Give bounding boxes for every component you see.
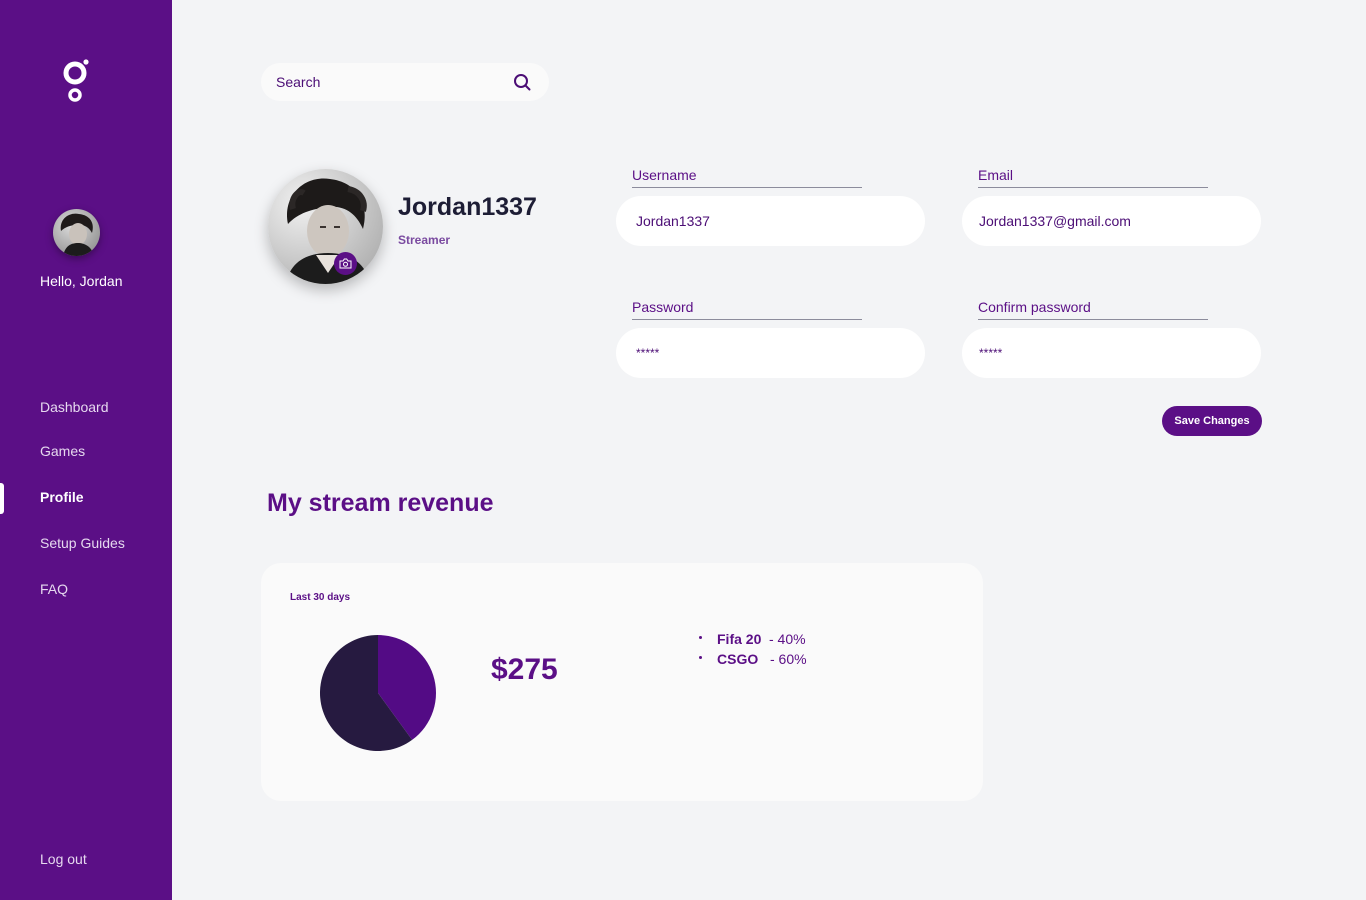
legend-percent: - 60%	[770, 651, 807, 667]
search-input[interactable]	[276, 72, 496, 92]
sidebar-item-games[interactable]: Games	[40, 443, 85, 459]
app-logo-icon[interactable]	[62, 58, 92, 104]
profile-photo	[268, 169, 383, 284]
password-field[interactable]	[616, 328, 925, 378]
bullet-icon	[699, 636, 702, 639]
avatar[interactable]	[53, 209, 100, 256]
legend-percent: - 40%	[769, 631, 806, 647]
username-label: Username	[632, 167, 862, 188]
sidebar-item-profile[interactable]: Profile	[40, 489, 84, 505]
revenue-section-title: My stream revenue	[267, 489, 494, 517]
email-field[interactable]	[962, 196, 1261, 246]
revenue-pie-chart	[320, 635, 436, 751]
email-label: Email	[978, 167, 1208, 188]
active-nav-marker	[0, 483, 4, 514]
confirm-password-field[interactable]	[962, 328, 1261, 378]
change-photo-button[interactable]	[334, 252, 357, 275]
save-changes-button[interactable]: Save Changes	[1162, 406, 1262, 436]
bullet-icon	[699, 656, 702, 659]
username-field[interactable]	[616, 196, 925, 246]
logout-link[interactable]: Log out	[40, 851, 87, 867]
search-bar	[261, 63, 549, 101]
sidebar-item-faq[interactable]: FAQ	[40, 581, 68, 597]
greeting-text: Hello, Jordan	[40, 273, 123, 289]
profile-name: Jordan1337	[398, 193, 537, 221]
profile-role: Streamer	[398, 233, 451, 247]
camera-icon	[339, 258, 352, 269]
search-icon[interactable]	[512, 72, 532, 92]
sidebar-item-dashboard[interactable]: Dashboard	[40, 399, 109, 415]
confirm-password-label: Confirm password	[978, 299, 1208, 320]
sidebar: Hello, Jordan Dashboard Games Profile Se…	[0, 0, 172, 900]
legend-game-name: Fifa 20	[717, 631, 762, 647]
revenue-card: Last 30 days $275 Fifa 20 - 40% CSGO - 6…	[261, 563, 983, 801]
period-label: Last 30 days	[290, 592, 351, 603]
revenue-amount: $275	[491, 653, 558, 686]
sidebar-item-setup-guides[interactable]: Setup Guides	[40, 535, 125, 551]
legend-game-name: CSGO	[717, 651, 759, 667]
password-label: Password	[632, 299, 862, 320]
